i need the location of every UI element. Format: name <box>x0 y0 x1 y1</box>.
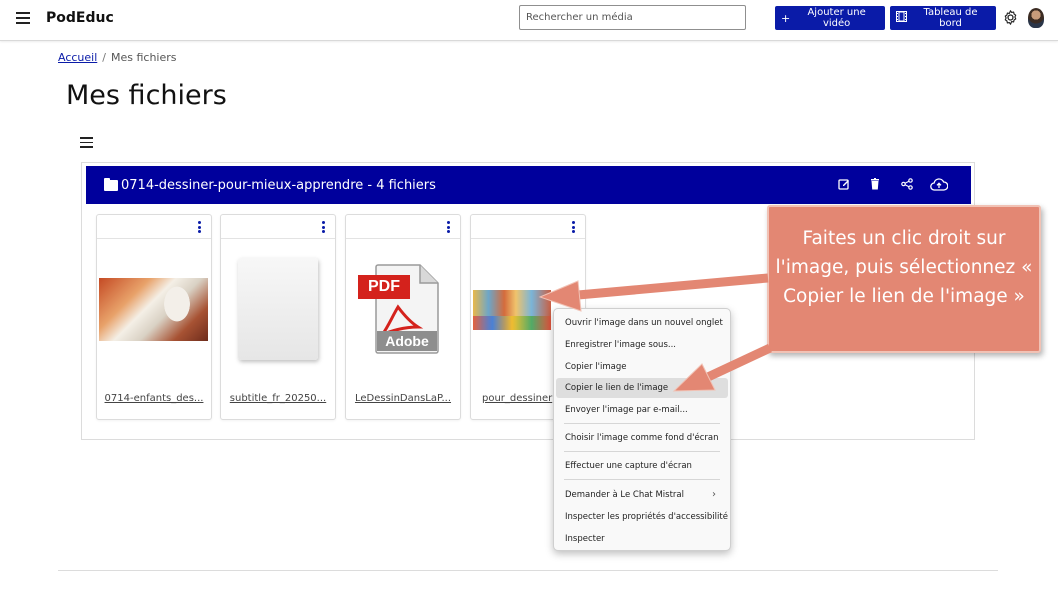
file-card[interactable]: 0714-enfants_des... <box>96 214 212 420</box>
brand-logo[interactable]: PodEduc <box>46 10 114 26</box>
file-thumbnail-photo[interactable] <box>99 278 208 341</box>
ctx-ask-le-chat-label: Demander à Le Chat Mistral <box>565 490 684 500</box>
ctx-separator <box>564 423 720 424</box>
folder-list-toggle-icon[interactable] <box>80 137 93 148</box>
ctx-set-desktop-background[interactable]: Choisir l'image comme fond d'écran <box>556 428 728 448</box>
pdf-badge-text: PDF <box>368 278 400 295</box>
ctx-email-image[interactable]: Envoyer l'image par e-mail... <box>556 400 728 420</box>
plus-icon: + <box>781 11 791 25</box>
top-navbar: PodEduc + Ajouter une vidéo Tableau de b… <box>0 0 1058 41</box>
breadcrumb-current: Mes fichiers <box>111 51 177 64</box>
instruction-callout: Faites un clic droit sur l'image, puis s… <box>767 205 1041 353</box>
folder-title: 0714-dessiner-pour-mieux-apprendre - 4 f… <box>104 178 436 193</box>
ctx-inspect-accessibility[interactable]: Inspecter les propriétés d'accessibilité <box>556 507 728 527</box>
add-video-button[interactable]: + Ajouter une vidéo <box>775 6 885 30</box>
file-name-link[interactable]: 0714-enfants_des... <box>97 393 211 404</box>
ctx-save-image-as[interactable]: Enregistrer l'image sous... <box>556 335 728 355</box>
gear-icon[interactable] <box>1002 9 1019 26</box>
file-thumbnail-illustration[interactable] <box>473 290 551 330</box>
menu-icon[interactable] <box>16 12 30 24</box>
file-card[interactable]: subtitle_fr_20250... <box>220 214 336 420</box>
context-menu: Ouvrir l'image dans un nouvel onglet Enr… <box>553 308 731 551</box>
pdf-file-icon[interactable]: PDF Adobe <box>358 263 446 355</box>
file-card[interactable]: PDF Adobe LeDessinDansLaP... <box>345 214 461 420</box>
ctx-copy-image-link[interactable]: Copier le lien de l'image <box>556 378 728 398</box>
trash-icon[interactable] <box>868 178 882 192</box>
chevron-right-icon: › <box>712 489 716 500</box>
dashboard-label: Tableau de bord <box>923 7 978 29</box>
add-video-label: Ajouter une vidéo <box>807 7 866 29</box>
adobe-label: Adobe <box>385 333 429 349</box>
ctx-take-screenshot[interactable]: Effectuer une capture d'écran <box>556 456 728 476</box>
edit-icon[interactable] <box>837 178 851 192</box>
breadcrumb: Accueil / Mes fichiers <box>58 51 177 64</box>
page-title: Mes fichiers <box>66 80 227 111</box>
dashboard-button[interactable]: Tableau de bord <box>890 6 996 30</box>
breadcrumb-home-link[interactable]: Accueil <box>58 51 97 64</box>
folder-title-text: 0714-dessiner-pour-mieux-apprendre - 4 f… <box>121 178 436 193</box>
kebab-menu-icon[interactable] <box>447 221 450 235</box>
share-icon[interactable] <box>900 178 914 192</box>
kebab-menu-icon[interactable] <box>322 221 325 235</box>
folder-header: 0714-dessiner-pour-mieux-apprendre - 4 f… <box>86 166 971 204</box>
kebab-menu-icon[interactable] <box>572 221 575 235</box>
ctx-separator <box>564 479 720 480</box>
ctx-inspect[interactable]: Inspecter <box>556 529 728 549</box>
ctx-ask-le-chat-mistral[interactable]: Demander à Le Chat Mistral › <box>556 485 728 505</box>
avatar[interactable] <box>1028 8 1044 28</box>
file-name-link[interactable]: LeDessinDansLaP... <box>346 393 460 404</box>
ctx-separator <box>564 451 720 452</box>
file-name-link[interactable]: subtitle_fr_20250... <box>221 393 335 404</box>
upload-cloud-icon[interactable] <box>929 178 949 192</box>
ctx-open-image-new-tab[interactable]: Ouvrir l'image dans un nouvel onglet <box>556 313 728 333</box>
file-thumbnail-document-icon[interactable] <box>238 258 318 360</box>
film-icon <box>896 11 907 25</box>
search-input[interactable] <box>519 5 746 30</box>
footer-divider <box>58 570 998 571</box>
kebab-menu-icon[interactable] <box>198 221 201 235</box>
folder-icon <box>104 178 118 191</box>
ctx-copy-image[interactable]: Copier l'image <box>556 357 728 377</box>
breadcrumb-separator: / <box>102 51 106 64</box>
